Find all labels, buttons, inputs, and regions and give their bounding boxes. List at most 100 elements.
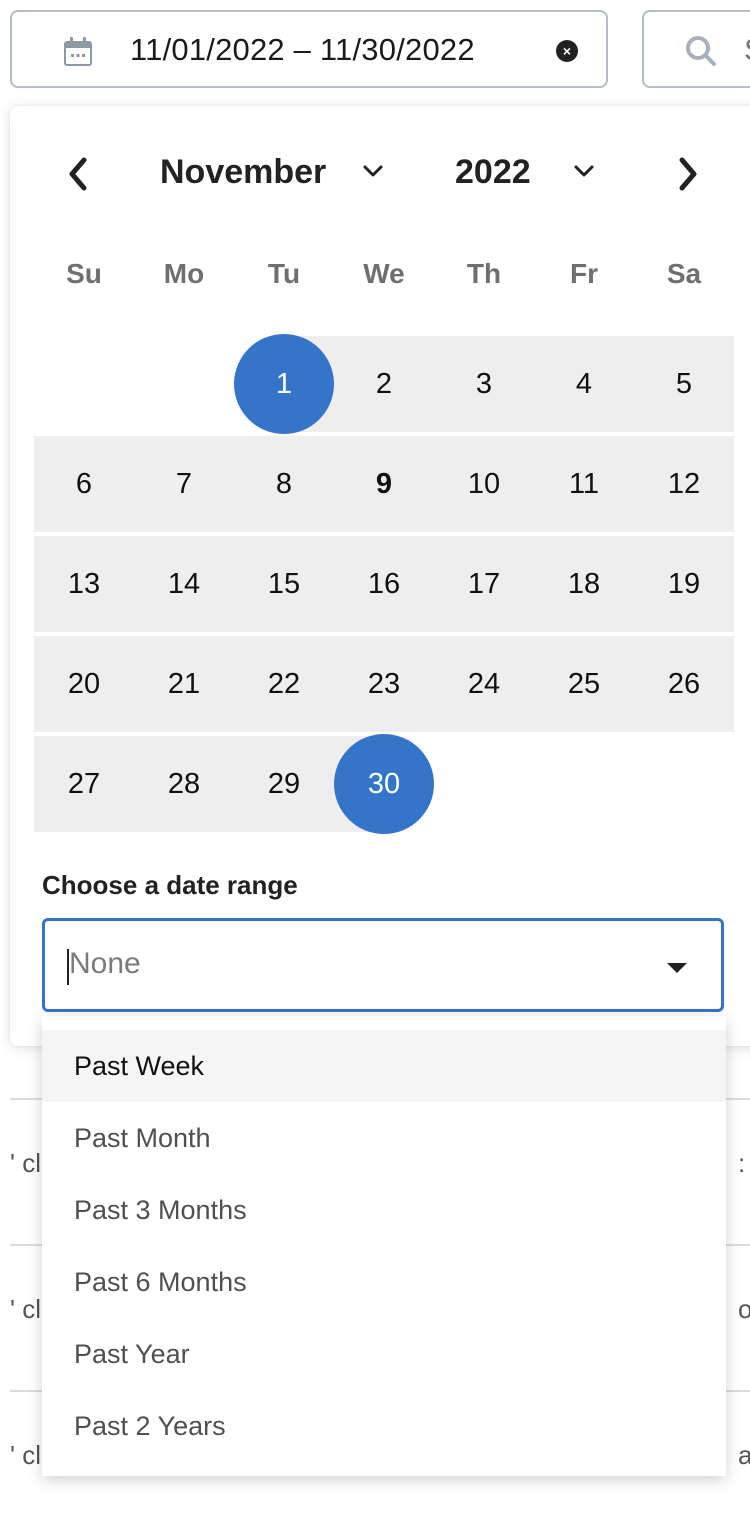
calendar-day[interactable]: 9 xyxy=(334,436,434,532)
menu-item-label: Past Year xyxy=(74,1338,190,1369)
calendar-day[interactable]: 4 xyxy=(534,336,634,432)
calendar-day[interactable]: 18 xyxy=(534,536,634,632)
calendar-header: November 2022 xyxy=(10,106,750,246)
calendar-week-row: 13 14 15 16 17 18 19 xyxy=(34,536,734,632)
calendar-day[interactable]: 5 xyxy=(634,336,734,432)
calendar-day-number: 1 xyxy=(275,367,293,400)
chevron-down-icon xyxy=(574,165,594,177)
calendar-day[interactable]: 23 xyxy=(334,636,434,732)
menu-item-label: Past Week xyxy=(74,1050,205,1081)
chevron-right-icon xyxy=(679,157,697,191)
next-month-button[interactable] xyxy=(670,156,706,192)
weekday-label: Sa xyxy=(666,258,702,289)
menu-item-past-year[interactable]: Past Year xyxy=(42,1318,726,1390)
weekday-label: Th xyxy=(466,258,502,289)
search-placeholder: S xyxy=(744,32,750,68)
clear-date-button[interactable]: × xyxy=(556,40,578,62)
calendar-day[interactable]: 16 xyxy=(334,536,434,632)
calendar-day[interactable]: 6 xyxy=(34,436,134,532)
calendar-day-number: 10 xyxy=(467,467,501,500)
calendar-icon xyxy=(64,37,92,66)
calendar-day-number: 18 xyxy=(567,567,601,600)
calendar-day-number: 28 xyxy=(167,767,201,800)
previous-month-button[interactable] xyxy=(60,156,96,192)
calendar-day[interactable]: 24 xyxy=(434,636,534,732)
calendar-day[interactable]: 19 xyxy=(634,536,734,632)
date-range-preset-select[interactable]: None xyxy=(42,918,724,1012)
calendar-day-number: 20 xyxy=(67,667,101,700)
menu-item-past-3-months[interactable]: Past 3 Months xyxy=(42,1174,726,1246)
calendar-day[interactable]: 8 xyxy=(234,436,334,532)
calendar-day[interactable]: 17 xyxy=(434,536,534,632)
calendar-day-number: 2 xyxy=(375,367,393,400)
calendar-week-row: 6 7 8 9 10 11 12 xyxy=(34,436,734,532)
menu-item-label: Past 2 Years xyxy=(74,1410,226,1441)
weekday-label: Tu xyxy=(267,258,301,289)
calendar-day-number: 26 xyxy=(667,667,701,700)
calendar-day-number: 6 xyxy=(75,467,93,500)
calendar-day[interactable]: 13 xyxy=(34,536,134,632)
calendar-week-row: 27 28 29 30 xyxy=(34,734,734,834)
calendar-day-number: 11 xyxy=(568,467,600,500)
calendar-day[interactable]: 21 xyxy=(134,636,234,732)
calendar-day-number: 4 xyxy=(575,367,593,400)
list-item-meta: : 1 xyxy=(738,1148,750,1178)
calendar-day-number: 12 xyxy=(667,467,701,500)
calendar-week-row: 1 2 3 4 5 xyxy=(34,334,734,434)
search-icon xyxy=(686,36,716,66)
calendar-day[interactable]: 25 xyxy=(534,636,634,732)
calendar-day-number: 5 xyxy=(675,367,693,400)
calendar-day-number: 25 xyxy=(567,667,601,700)
month-select[interactable]: November xyxy=(160,152,383,192)
menu-item-past-6-months[interactable]: Past 6 Months xyxy=(42,1246,726,1318)
calendar-day-number: 14 xyxy=(167,567,201,600)
calendar-day[interactable]: 29 xyxy=(234,736,334,832)
date-range-preset-label: Choose a date range xyxy=(42,870,298,900)
calendar-day[interactable]: 20 xyxy=(34,636,134,732)
calendar-day[interactable]: 10 xyxy=(434,436,534,532)
weekday-header: Su Mo Tu We Th Fr Sa xyxy=(34,252,734,296)
calendar-day-number: 15 xyxy=(267,567,301,600)
list-item-text: ' cl xyxy=(10,1294,41,1324)
calendar-day[interactable]: 15 xyxy=(234,536,334,632)
calendar-day[interactable]: 28 xyxy=(134,736,234,832)
chevron-down-icon xyxy=(363,165,383,177)
calendar-day[interactable]: 7 xyxy=(134,436,234,532)
calendar-day-number: 3 xyxy=(475,367,493,400)
calendar-day[interactable]: 2 xyxy=(334,336,434,432)
calendar-day[interactable]: 22 xyxy=(234,636,334,732)
calendar-day[interactable]: 27 xyxy=(34,736,134,832)
month-label: November xyxy=(160,152,327,191)
chevron-left-icon xyxy=(69,157,87,191)
list-item-meta: ag xyxy=(738,1440,750,1470)
calendar-day-number: 29 xyxy=(267,767,301,800)
date-range-value: 11/01/2022 – 11/30/2022 xyxy=(130,32,475,67)
calendar-day-number: 13 xyxy=(67,567,101,600)
clear-circle-icon: × xyxy=(562,43,572,59)
date-picker-popover: November 2022 Su Mo Tu We Th Fr Sa 12345… xyxy=(10,106,750,1046)
calendar-day[interactable]: 14 xyxy=(134,536,234,632)
menu-item-past-week[interactable]: Past Week xyxy=(42,1030,726,1102)
menu-item-past-month[interactable]: Past Month xyxy=(42,1102,726,1174)
weekday-label: Su xyxy=(66,258,102,289)
date-range-input[interactable]: 11/01/2022 – 11/30/2022 × xyxy=(10,10,608,88)
weekday-label: Mo xyxy=(163,258,205,289)
calendar-day-number: 24 xyxy=(467,667,501,700)
list-item-meta: oxi xyxy=(738,1294,750,1324)
list-item-text: ' cl xyxy=(10,1440,41,1470)
year-select[interactable]: 2022 xyxy=(455,152,594,192)
calendar-day-number: 27 xyxy=(67,767,101,800)
menu-item-past-2-years[interactable]: Past 2 Years xyxy=(42,1390,726,1462)
search-input[interactable]: S xyxy=(642,10,750,88)
calendar-day-number: 23 xyxy=(367,667,401,700)
calendar-day[interactable]: 30 xyxy=(334,734,434,834)
menu-item-label: Past 3 Months xyxy=(74,1194,247,1225)
calendar-day[interactable]: 1 xyxy=(234,334,334,434)
dropdown-arrow-icon[interactable] xyxy=(667,963,687,973)
calendar-day[interactable]: 11 xyxy=(534,436,634,532)
calendar-day[interactable]: 3 xyxy=(434,336,534,432)
list-item-text: ' cl xyxy=(10,1148,41,1178)
calendar-day[interactable]: 26 xyxy=(634,636,734,732)
calendar-day[interactable]: 12 xyxy=(634,436,734,532)
calendar-day-number: 7 xyxy=(175,467,193,500)
